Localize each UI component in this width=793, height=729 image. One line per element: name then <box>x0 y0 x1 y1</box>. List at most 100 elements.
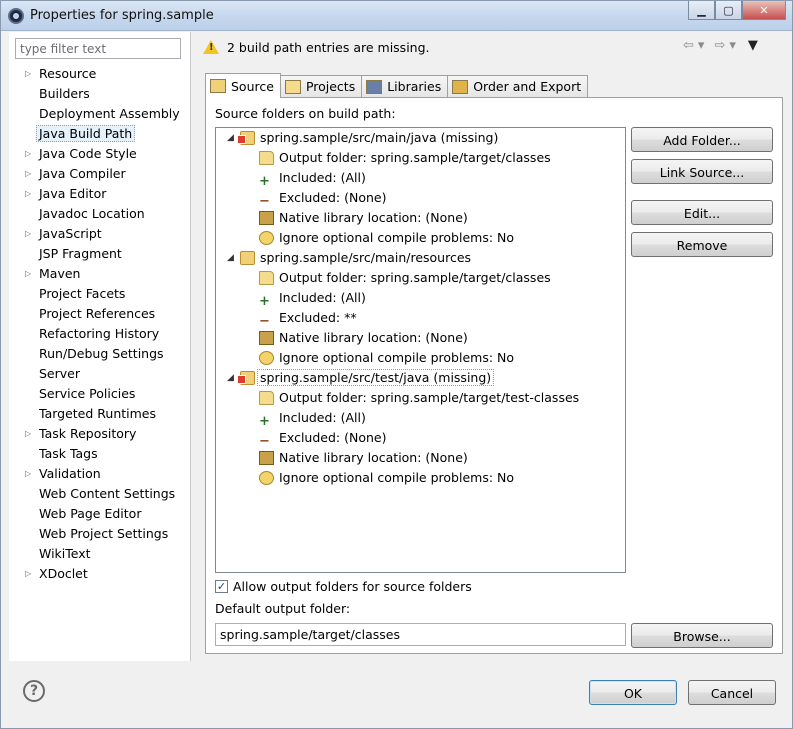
filter-input[interactable] <box>15 38 181 59</box>
forward-menu-chevron-icon[interactable]: ▾ <box>729 38 736 53</box>
ignore-problems-icon <box>259 471 274 485</box>
expand-chevron-icon[interactable]: ▷ <box>25 224 35 244</box>
sidebar-item[interactable]: Java Build Path <box>9 124 191 144</box>
sidebar-item[interactable]: Project References <box>9 304 191 324</box>
source-folder-attribute-row[interactable]: Output folder: spring.sample/target/test… <box>216 388 625 408</box>
sidebar-item-label: Service Policies <box>39 386 136 401</box>
tab-projects[interactable]: Projects <box>279 75 363 97</box>
title-bar[interactable]: Properties for spring.sample ▁ ▢ ✕ <box>1 1 792 31</box>
expand-chevron-icon[interactable]: ▷ <box>25 564 35 584</box>
source-folder-attribute-row[interactable]: Excluded: (None) <box>216 428 625 448</box>
sidebar-item[interactable]: WikiText <box>9 544 191 564</box>
tab-label: Order and Export <box>473 79 582 94</box>
source-folder-attribute-row[interactable]: Native library location: (None) <box>216 208 625 228</box>
sidebar-item-label: Maven <box>39 266 81 281</box>
source-folder-attribute-row[interactable]: Included: (All) <box>216 288 625 308</box>
source-folder-row[interactable]: ◢ spring.sample/src/main/resources <box>216 248 625 268</box>
sidebar-item[interactable]: Refactoring History <box>9 324 191 344</box>
default-output-folder-input[interactable] <box>215 623 626 646</box>
sidebar-item[interactable]: Web Project Settings <box>9 524 191 544</box>
sidebar-item[interactable]: ▷ Java Editor <box>9 184 191 204</box>
sidebar-item-label: Task Repository <box>39 426 137 441</box>
native-library-icon <box>259 331 274 345</box>
source-folder-attribute-row[interactable]: Output folder: spring.sample/target/clas… <box>216 148 625 168</box>
sidebar-item[interactable]: ▷ Java Compiler <box>9 164 191 184</box>
source-folder-attribute-text: Excluded: ** <box>279 310 357 325</box>
remove-button[interactable]: Remove <box>631 232 773 257</box>
sidebar-item[interactable]: Web Content Settings <box>9 484 191 504</box>
sidebar-item[interactable]: Server <box>9 364 191 384</box>
source-folder-attribute-row[interactable]: Included: (All) <box>216 408 625 428</box>
sidebar-item[interactable]: ▷ Java Code Style <box>9 144 191 164</box>
sidebar-item-label: Task Tags <box>39 446 98 461</box>
browse-button[interactable]: Browse... <box>631 623 773 648</box>
source-folder-row[interactable]: ◢ spring.sample/src/test/java (missing) <box>216 368 625 388</box>
sidebar-item[interactable]: Targeted Runtimes <box>9 404 191 424</box>
source-folder-attribute-row[interactable]: Excluded: (None) <box>216 188 625 208</box>
source-folder-attribute-row[interactable]: Ignore optional compile problems: No <box>216 228 625 248</box>
back-menu-chevron-icon[interactable]: ▾ <box>698 38 705 53</box>
source-folder-row[interactable]: ◢ spring.sample/src/main/java (missing) <box>216 128 625 148</box>
source-folder-attribute-row[interactable]: Native library location: (None) <box>216 328 625 348</box>
expand-chevron-icon[interactable]: ▷ <box>25 264 35 284</box>
source-folder-name: spring.sample/src/main/resources <box>260 250 472 265</box>
back-arrow-icon[interactable]: ⇦ <box>683 38 694 53</box>
allow-output-folders-option[interactable]: ✓ Allow output folders for source folder… <box>215 579 472 594</box>
expand-chevron-icon[interactable]: ▷ <box>25 164 35 184</box>
link-source-button[interactable]: Link Source... <box>631 159 773 184</box>
source-folder-attribute-text: Output folder: spring.sample/target/clas… <box>279 150 551 165</box>
sidebar-item[interactable]: Service Policies <box>9 384 191 404</box>
sidebar-item[interactable]: Run/Debug Settings <box>9 344 191 364</box>
sidebar-item[interactable]: ▷ Task Repository <box>9 424 191 444</box>
allow-output-folders-checkbox[interactable]: ✓ <box>215 580 228 593</box>
tab-order-and-export[interactable]: Order and Export <box>447 75 589 97</box>
collapse-triangle-icon[interactable]: ◢ <box>227 248 234 268</box>
expand-chevron-icon[interactable]: ▷ <box>25 424 35 444</box>
sidebar-item[interactable]: Deployment Assembly <box>9 104 191 124</box>
source-folders-label: Source folders on build path: <box>215 106 396 121</box>
sidebar-item-label: Project References <box>39 306 156 321</box>
expand-chevron-icon[interactable]: ▷ <box>25 184 35 204</box>
view-menu-icon[interactable]: ▼ <box>748 38 758 53</box>
source-folder-attribute-row[interactable]: Ignore optional compile problems: No <box>216 468 625 488</box>
allow-output-folders-label: Allow output folders for source folders <box>233 579 472 594</box>
source-folder-attribute-row[interactable]: Output folder: spring.sample/target/clas… <box>216 268 625 288</box>
source-folders-tree[interactable]: ◢ spring.sample/src/main/java (missing) Ou… <box>215 127 626 573</box>
collapse-triangle-icon[interactable]: ◢ <box>227 368 234 388</box>
sidebar-item[interactable]: Builders <box>9 84 191 104</box>
sidebar-item[interactable]: ▷ XDoclet <box>9 564 191 584</box>
source-folder-attribute-text: Included: (All) <box>279 410 366 425</box>
close-icon[interactable]: ✕ <box>742 1 786 20</box>
tab-libraries[interactable]: Libraries <box>361 75 449 97</box>
sidebar-item[interactable]: Task Tags <box>9 444 191 464</box>
forward-arrow-icon[interactable]: ⇨ <box>714 38 725 53</box>
sidebar-item[interactable]: ▷ JavaScript <box>9 224 191 244</box>
collapse-triangle-icon[interactable]: ◢ <box>227 128 234 148</box>
sidebar-item[interactable]: Project Facets <box>9 284 191 304</box>
expand-chevron-icon[interactable]: ▷ <box>25 464 35 484</box>
source-folder-attribute-row[interactable]: Included: (All) <box>216 168 625 188</box>
source-folder-attribute-row[interactable]: Excluded: ** <box>216 308 625 328</box>
source-folder-attribute-row[interactable]: Ignore optional compile problems: No <box>216 348 625 368</box>
source-folder-attribute-text: Included: (All) <box>279 170 366 185</box>
add-folder-button[interactable]: Add Folder... <box>631 127 773 152</box>
sidebar-item[interactable]: Web Page Editor <box>9 504 191 524</box>
expand-chevron-icon[interactable]: ▷ <box>25 144 35 164</box>
cancel-button[interactable]: Cancel <box>688 680 776 705</box>
native-library-icon <box>259 451 274 465</box>
minimize-icon[interactable]: ▁ <box>688 1 715 20</box>
sidebar-item[interactable]: ▷ Validation <box>9 464 191 484</box>
sidebar-item[interactable]: JSP Fragment <box>9 244 191 264</box>
source-folder-attribute-row[interactable]: Native library location: (None) <box>216 448 625 468</box>
maximize-icon[interactable]: ▢ <box>715 1 742 20</box>
source-folder-icon <box>240 251 255 265</box>
sidebar-item[interactable]: Javadoc Location <box>9 204 191 224</box>
sidebar-item[interactable]: ▷ Maven <box>9 264 191 284</box>
help-icon[interactable]: ? <box>23 680 45 702</box>
edit-button[interactable]: Edit... <box>631 200 773 225</box>
tab-source[interactable]: Source <box>205 73 281 98</box>
missing-source-folder-icon <box>237 131 255 145</box>
expand-chevron-icon[interactable]: ▷ <box>25 64 35 84</box>
ok-button[interactable]: OK <box>589 680 677 705</box>
sidebar-item[interactable]: ▷ Resource <box>9 64 191 84</box>
